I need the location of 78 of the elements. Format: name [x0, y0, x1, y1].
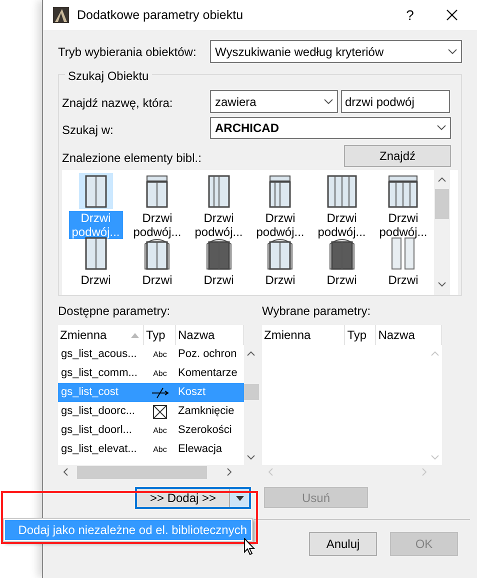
parameter-name: Szerokości	[177, 423, 233, 438]
scroll-right-icon	[422, 468, 427, 476]
library-item[interactable]: Drzwi	[192, 273, 246, 287]
column-header[interactable]: Zmienna	[264, 326, 311, 344]
field-label: Znalezione elementy bibl.:	[62, 150, 202, 167]
parameter-name: Koszt	[177, 385, 207, 400]
variable-name: gs_list_cost	[60, 385, 120, 400]
help-button[interactable]: ?	[396, 4, 424, 26]
library-item[interactable]: Drzwi podwój...	[130, 211, 184, 239]
field-label: Tryb wybierania obiektów:	[58, 44, 198, 60]
dialog-button[interactable]: Anuluj	[309, 532, 377, 556]
library-item[interactable]: Drzwi	[68, 273, 123, 287]
length-type-icon	[151, 386, 169, 398]
scroll-thumb[interactable]	[435, 189, 449, 219]
library-item[interactable]: Drzwi	[253, 273, 308, 287]
vertical-scrollbar[interactable]	[434, 170, 450, 295]
parameter-row[interactable]: gs_list_elevat... Abc Elewacja	[58, 440, 244, 459]
library-item[interactable]: Drzwi	[130, 273, 184, 287]
window-title: Dodatkowe parametry obiektu	[77, 6, 244, 24]
scroll-down-icon	[431, 455, 439, 460]
add-split-button[interactable]: >> Dodaj >>	[135, 487, 251, 509]
checkbox-type-icon	[153, 404, 167, 418]
library-item[interactable]: Drzwi podwój...	[192, 211, 246, 239]
sort-ascending-icon	[131, 332, 139, 338]
field-label: Szukaj w:	[62, 122, 114, 139]
parameter-name: Poz. ochron	[177, 347, 238, 362]
find-button[interactable]: Znajdź	[344, 145, 451, 167]
library-item[interactable]: Drzwi	[314, 273, 369, 287]
chevron-down-icon	[437, 125, 446, 131]
section-label: Dostępne parametry:	[58, 303, 172, 320]
parameter-name: Komentarze	[177, 366, 238, 382]
caret-icon	[236, 496, 244, 500]
library-item[interactable]: Drzwi podwój...	[314, 211, 369, 239]
library-item[interactable]: Drzwi podwój...	[253, 211, 308, 239]
scroll-up-icon	[431, 351, 439, 356]
close-icon[interactable]	[446, 9, 458, 21]
scroll-left-icon	[268, 468, 273, 476]
name-input-field[interactable]: drzwi podwój	[341, 90, 450, 113]
parameter-row[interactable]: gs_list_doorc... Zamknięcie	[58, 402, 244, 421]
scroll-right-icon[interactable]	[227, 468, 232, 476]
column-header[interactable]: Typ	[347, 326, 367, 344]
library-item[interactable]: Drzwi	[376, 273, 430, 287]
type-label: Abc	[153, 348, 167, 360]
door-icon	[387, 174, 420, 208]
parameter-row[interactable]: gs_list_acous... Abc Poz. ochron	[58, 345, 244, 364]
condition-dropdown[interactable]: zawiera	[210, 90, 338, 113]
variable-name: gs_list_doorc...	[60, 404, 136, 420]
field-label: Znajdź nazwę, która:	[62, 95, 174, 112]
scroll-up-icon[interactable]	[438, 177, 446, 182]
variable-name: gs_list_elevat...	[60, 442, 138, 458]
type-label: Abc	[153, 368, 167, 380]
app-logo-icon	[53, 7, 69, 23]
mode-dropdown[interactable]: Wyszukiwanie według kryteriów	[210, 40, 462, 63]
parameter-row[interactable]: gs_list_doorl... Abc Szerokości	[58, 421, 244, 440]
type-label: Abc	[153, 444, 167, 456]
scroll-thumb[interactable]	[77, 466, 207, 478]
scroll-left-icon[interactable]	[63, 468, 68, 476]
column-header[interactable]: Zmienna	[60, 326, 107, 344]
search-in-dropdown[interactable]: ARCHICAD	[210, 117, 451, 139]
scroll-down-icon[interactable]	[247, 455, 255, 460]
parameter-row[interactable]: gs_list_comm... Abc Komentarze	[58, 364, 244, 383]
column-header[interactable]: Typ	[146, 326, 166, 344]
parameter-name: Elewacja	[177, 442, 224, 458]
section-label: Wybrane parametry:	[262, 303, 372, 320]
scroll-down-icon[interactable]	[438, 282, 446, 287]
chevron-down-icon	[324, 98, 333, 104]
type-label: Abc	[153, 424, 167, 436]
parameter-name: Zamknięcie	[177, 404, 236, 420]
chevron-down-icon	[448, 48, 457, 54]
variable-name: gs_list_comm...	[60, 366, 138, 382]
variable-name: gs_list_acous...	[60, 347, 138, 362]
library-item[interactable]: Drzwi podwój...	[376, 211, 430, 239]
column-header[interactable]: Nazwa	[378, 326, 415, 344]
variable-name: gs_list_doorl...	[60, 423, 133, 438]
column-header[interactable]: Nazwa	[178, 326, 215, 344]
door-icon	[326, 174, 358, 208]
scroll-up-icon[interactable]	[247, 351, 255, 356]
scroll-thumb[interactable]	[244, 384, 258, 400]
